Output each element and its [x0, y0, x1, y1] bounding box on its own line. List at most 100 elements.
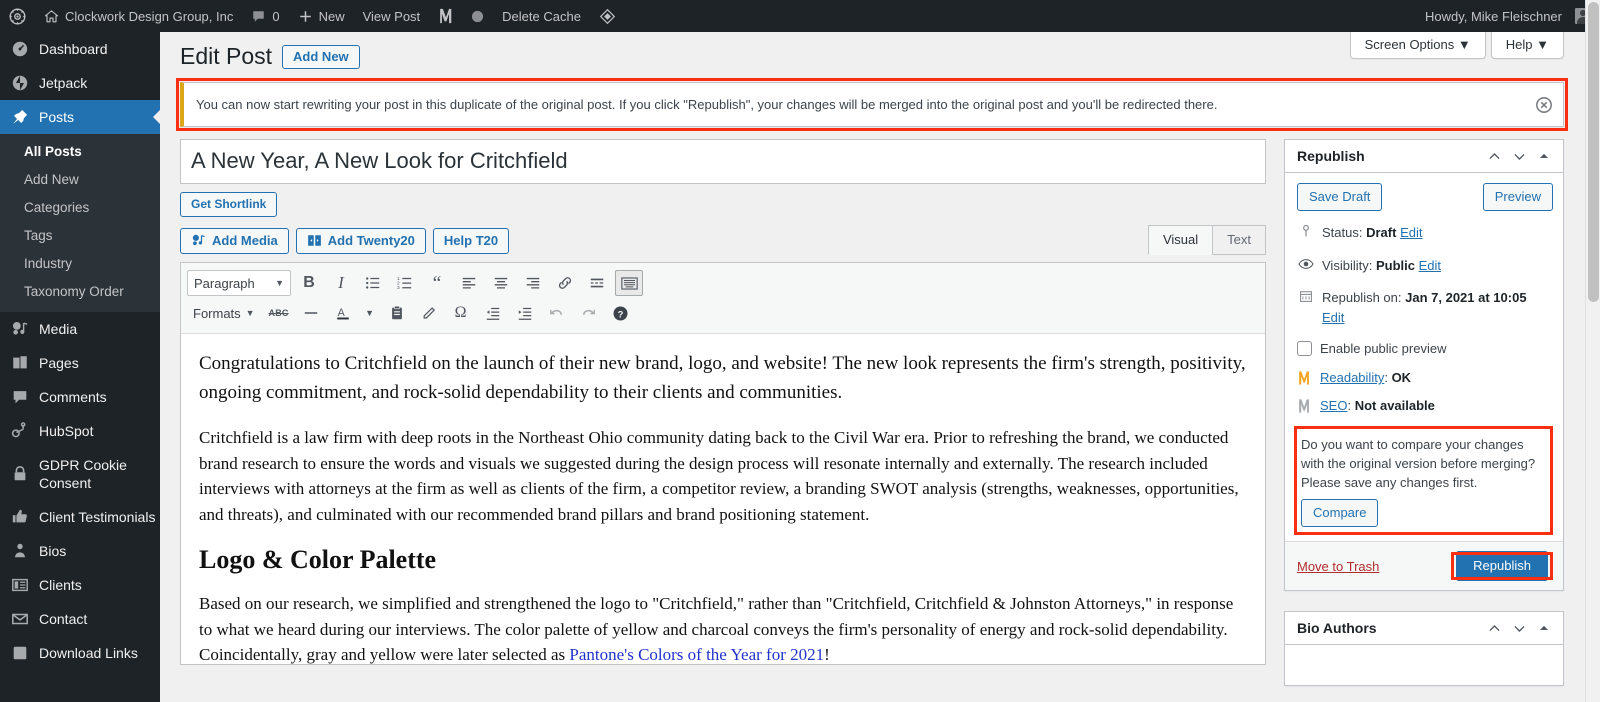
- keyboard-shortcuts-icon[interactable]: ?: [607, 300, 635, 326]
- add-media-label: Add Media: [212, 233, 278, 249]
- content-paragraph-2: Critchfield is a law firm with deep root…: [199, 428, 1239, 524]
- yoast-seo-menu[interactable]: [429, 0, 462, 32]
- pin-status-icon: [1297, 224, 1315, 238]
- cache-status-indicator[interactable]: [462, 0, 493, 32]
- add-new-button[interactable]: Add New: [282, 44, 360, 69]
- add-twenty20-button[interactable]: Add Twenty20: [295, 228, 426, 255]
- move-down-icon[interactable]: [1512, 621, 1527, 636]
- sidebar-label: Media: [39, 321, 78, 337]
- visibility-value: Public: [1375, 257, 1415, 273]
- sidebar-item-download-links[interactable]: Download Links: [0, 636, 160, 670]
- save-draft-button[interactable]: Save Draft: [1297, 183, 1383, 212]
- my-account-menu[interactable]: Howdy, Mike Fleischner: [1416, 0, 1600, 32]
- format-select[interactable]: Paragraph ▼: [187, 270, 291, 297]
- sidebar-item-all-posts[interactable]: All Posts: [0, 138, 160, 166]
- new-content-menu[interactable]: New: [289, 0, 354, 32]
- undo-icon[interactable]: [543, 300, 571, 326]
- readability-link[interactable]: Readability: [1320, 370, 1384, 385]
- read-more-icon[interactable]: [583, 270, 611, 296]
- view-post-link[interactable]: View Post: [354, 0, 430, 32]
- compare-button[interactable]: Compare: [1301, 499, 1379, 528]
- get-shortlink-button[interactable]: Get Shortlink: [180, 192, 278, 218]
- text-color-dropdown-icon[interactable]: ▼: [361, 300, 379, 326]
- sidebar-item-categories[interactable]: Categories: [0, 194, 160, 222]
- formats-dropdown[interactable]: Formats ▼: [187, 300, 261, 326]
- post-title-input[interactable]: [180, 139, 1266, 185]
- align-right-icon[interactable]: [519, 270, 547, 296]
- preview-button[interactable]: Preview: [1482, 183, 1553, 212]
- special-character-icon[interactable]: Ω: [447, 300, 475, 326]
- increase-indent-icon[interactable]: [511, 300, 539, 326]
- horizontal-line-icon[interactable]: [297, 300, 325, 326]
- sidebar-item-pages[interactable]: Pages: [0, 346, 160, 380]
- page-scrollbar[interactable]: [1585, 0, 1600, 702]
- comments-bubble[interactable]: 0: [242, 0, 288, 32]
- help-t20-button[interactable]: Help T20: [432, 228, 510, 255]
- clear-formatting-icon[interactable]: [415, 300, 443, 326]
- republish-button[interactable]: Republish: [1456, 551, 1548, 582]
- toolbar-toggle-icon[interactable]: [615, 270, 643, 297]
- sidebar-item-media[interactable]: Media: [0, 312, 160, 346]
- diamond-plugin-menu[interactable]: [590, 0, 625, 32]
- sidebar-item-add-new[interactable]: Add New: [0, 166, 160, 194]
- text-color-icon[interactable]: A: [329, 300, 357, 326]
- page-scrollbar-thumb[interactable]: [1588, 2, 1599, 302]
- seo-line: SEO: Not available: [1320, 398, 1435, 414]
- status-edit-link[interactable]: Edit: [1400, 225, 1422, 240]
- admin-bar: Clockwork Design Group, Inc 0 New View P…: [0, 0, 1600, 32]
- pantone-link[interactable]: Pantone's Colors of the Year for 2021: [569, 645, 824, 664]
- sidebar-item-industry[interactable]: Industry: [0, 250, 160, 278]
- public-preview-checkbox[interactable]: [1297, 340, 1312, 356]
- seo-row: SEO: Not available: [1285, 394, 1563, 422]
- screen-options-toggle[interactable]: Screen Options ▼: [1349, 32, 1486, 59]
- schedule-edit-link[interactable]: Edit: [1322, 310, 1344, 325]
- toggle-panel-icon[interactable]: [1537, 621, 1551, 635]
- insert-link-icon[interactable]: [551, 270, 579, 296]
- move-up-icon[interactable]: [1487, 621, 1502, 636]
- sidebar-item-contact[interactable]: Contact: [0, 602, 160, 636]
- italic-icon[interactable]: I: [327, 270, 355, 296]
- align-left-icon[interactable]: [455, 270, 483, 296]
- sidebar-item-taxonomy-order[interactable]: Taxonomy Order: [0, 278, 160, 306]
- editor-content-area[interactable]: Congratulations to Critchfield on the la…: [181, 334, 1265, 665]
- delete-cache-button[interactable]: Delete Cache: [493, 0, 590, 32]
- add-media-button[interactable]: Add Media: [180, 228, 289, 255]
- help-toggle[interactable]: Help ▼: [1490, 32, 1564, 59]
- numbered-list-icon[interactable]: 123: [391, 270, 419, 296]
- schedule-label: Republish on:: [1322, 289, 1402, 305]
- dismiss-icon[interactable]: [1535, 96, 1553, 114]
- move-up-icon[interactable]: [1487, 149, 1502, 164]
- move-to-trash-link[interactable]: Move to Trash: [1297, 559, 1379, 574]
- bold-icon[interactable]: B: [295, 270, 323, 296]
- site-name-menu[interactable]: Clockwork Design Group, Inc: [35, 0, 242, 32]
- decrease-indent-icon[interactable]: [479, 300, 507, 326]
- sidebar-item-clients[interactable]: Clients: [0, 568, 160, 602]
- sidebar-item-hubspot[interactable]: HubSpot: [0, 414, 160, 448]
- bulleted-list-icon[interactable]: [359, 270, 387, 296]
- sidebar-item-comments[interactable]: Comments: [0, 380, 160, 414]
- sidebar-item-posts[interactable]: Posts: [0, 100, 160, 134]
- redo-icon[interactable]: [575, 300, 603, 326]
- toggle-panel-icon[interactable]: [1537, 149, 1551, 163]
- seo-link[interactable]: SEO: [1320, 398, 1347, 413]
- yoast-icon: [438, 8, 453, 24]
- visibility-label: Visibility:: [1322, 257, 1373, 273]
- sidebar-item-dashboard[interactable]: Dashboard: [0, 32, 160, 66]
- wp-logo-menu[interactable]: [0, 0, 35, 32]
- add-media-icon: [191, 233, 206, 248]
- strikethrough-icon[interactable]: ABC: [265, 300, 293, 326]
- republish-metabox: Republish Save Draft Preview Status: Dra…: [1284, 139, 1564, 592]
- delete-cache-label: Delete Cache: [502, 8, 581, 24]
- post-body-sidebar: Republish Save Draft Preview Status: Dra…: [1284, 139, 1564, 702]
- sidebar-item-gdpr-cookie-consent[interactable]: GDPR Cookie Consent: [0, 448, 160, 500]
- paste-as-text-icon[interactable]: [383, 300, 411, 326]
- visibility-edit-link[interactable]: Edit: [1419, 258, 1441, 273]
- svg-text:A: A: [337, 307, 345, 319]
- sidebar-item-bios[interactable]: Bios: [0, 534, 160, 568]
- move-down-icon[interactable]: [1512, 149, 1527, 164]
- sidebar-item-client-testimonials[interactable]: Client Testimonials: [0, 500, 160, 534]
- sidebar-item-tags[interactable]: Tags: [0, 222, 160, 250]
- align-center-icon[interactable]: [487, 270, 515, 296]
- sidebar-item-jetpack[interactable]: Jetpack: [0, 66, 160, 100]
- blockquote-icon[interactable]: “: [423, 270, 451, 296]
